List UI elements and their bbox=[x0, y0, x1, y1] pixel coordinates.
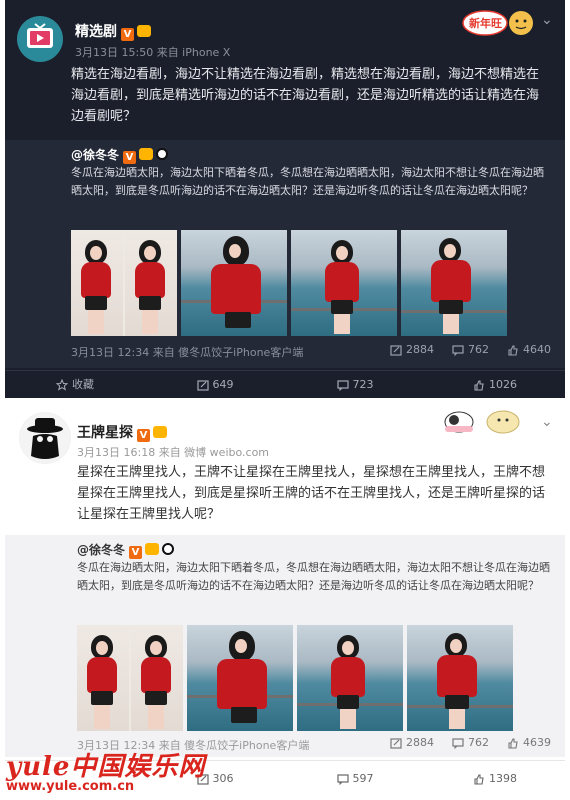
vip-icon bbox=[145, 543, 160, 555]
like-count: 1026 bbox=[489, 378, 517, 391]
author-name[interactable]: 精选剧 V bbox=[75, 21, 151, 41]
like-icon bbox=[474, 380, 484, 391]
repost-author-text[interactable]: @徐冬冬 bbox=[71, 148, 119, 162]
photo-2[interactable] bbox=[187, 625, 293, 731]
repost-author[interactable]: @徐冬冬 V bbox=[77, 541, 175, 559]
repost-text: 冬瓜在海边晒太阳，海边太阳下晒着冬瓜，冬瓜想在海边晒晒太阳，海边太阳不想让冬瓜在… bbox=[71, 166, 544, 197]
author-name-text[interactable]: 王牌星探 bbox=[77, 425, 133, 441]
forward-icon bbox=[390, 344, 402, 356]
repost-forward-count: 2884 bbox=[406, 343, 434, 356]
repost-author[interactable]: @徐冬冬 V bbox=[71, 146, 169, 164]
new-year-sticker: 新年旺 bbox=[461, 8, 537, 42]
forward-count: 306 bbox=[212, 772, 234, 785]
repost-like[interactable]: 4639 bbox=[507, 736, 551, 749]
action-bar: 收藏 649 723 1026 bbox=[5, 370, 565, 398]
photo-3[interactable] bbox=[297, 625, 403, 731]
sticker-text: 新年旺 bbox=[469, 17, 502, 30]
photo-4[interactable] bbox=[407, 625, 513, 731]
repost-stats: 2884 762 4640 bbox=[390, 343, 551, 356]
photo-1[interactable] bbox=[77, 625, 183, 731]
repost-comment-count: 762 bbox=[468, 343, 489, 356]
forward-count: 649 bbox=[212, 378, 234, 391]
repost-like-count: 4639 bbox=[523, 736, 551, 749]
comment-icon bbox=[336, 380, 349, 391]
post-text: 精选在海边看剧，海边不让精选在海边看剧，精选想在海边看剧，海边不想精选在海边看剧… bbox=[71, 67, 540, 124]
repost-comment[interactable]: 762 bbox=[452, 736, 489, 749]
repost-meta: 3月13日 12:34 来自 傻冬瓜饺子iPhone客户端 bbox=[71, 346, 304, 359]
photo-grid bbox=[77, 625, 513, 731]
avatar[interactable] bbox=[17, 16, 63, 62]
photo-1[interactable] bbox=[71, 230, 177, 336]
post-meta: 3月13日 16:18 来自 微博 weibo.com bbox=[77, 446, 270, 459]
like-icon bbox=[508, 737, 518, 749]
chevron-down-icon[interactable]: ⌄ bbox=[541, 414, 553, 430]
repost-like[interactable]: 4640 bbox=[507, 343, 551, 356]
favorite-button[interactable]: 收藏 bbox=[5, 371, 145, 398]
like-icon bbox=[508, 344, 518, 356]
repost-block[interactable]: @徐冬冬 V 冬瓜在海边晒太阳，海边太阳下晒着冬瓜，冬瓜想在海边晒晒太阳，海边太阳… bbox=[5, 535, 565, 757]
verified-icon: V bbox=[129, 546, 143, 559]
cartoon-sticker bbox=[441, 406, 537, 438]
watermark-logo-text: yule中国娱乐网 bbox=[6, 752, 206, 782]
vip-icon bbox=[139, 148, 154, 160]
photo-3[interactable] bbox=[291, 230, 397, 336]
like-button[interactable]: 1398 bbox=[425, 761, 565, 800]
repost-forward[interactable]: 2884 bbox=[390, 343, 434, 356]
comment-button[interactable]: 597 bbox=[285, 761, 425, 800]
forward-icon bbox=[196, 380, 209, 391]
photo-grid bbox=[71, 230, 507, 336]
repost-like-count: 4640 bbox=[523, 343, 551, 356]
author-name[interactable]: 王牌星探 V bbox=[77, 422, 167, 442]
like-icon bbox=[474, 774, 484, 785]
post-text: 星探在王牌里找人，王牌不让星探在王牌里找人，星探想在王牌里找人，王牌不想星探在王… bbox=[77, 465, 546, 522]
comment-count: 597 bbox=[352, 772, 374, 785]
photo-2[interactable] bbox=[181, 230, 287, 336]
comment-icon bbox=[452, 344, 464, 356]
vip-icon bbox=[137, 25, 151, 37]
chevron-down-icon[interactable]: ⌄ bbox=[541, 12, 553, 28]
photo-4[interactable] bbox=[401, 230, 507, 336]
detective-logo-icon bbox=[20, 413, 70, 463]
favorite-label: 收藏 bbox=[72, 378, 94, 391]
repost-text: 冬瓜在海边晒太阳，海边太阳下晒着冬瓜，冬瓜想在海边晒晒太阳，海边太阳不想让冬瓜在… bbox=[77, 561, 550, 592]
comment-icon bbox=[336, 774, 349, 785]
repost-author-text[interactable]: @徐冬冬 bbox=[77, 543, 125, 557]
repost-block[interactable]: @徐冬冬 V 冬瓜在海边晒太阳，海边太阳下晒着冬瓜，冬瓜想在海边晒晒太阳，海边太阳… bbox=[5, 140, 565, 368]
star-icon bbox=[56, 379, 68, 391]
repost-forward-count: 2884 bbox=[406, 736, 434, 749]
post-meta: 3月13日 15:50 来自 iPhone X bbox=[75, 46, 231, 59]
repost-stats: 2884 762 4639 bbox=[390, 736, 551, 749]
yule-watermark: yule中国娱乐网 www.yule.com.cn bbox=[6, 746, 206, 800]
like-count: 1398 bbox=[489, 772, 517, 785]
comment-icon bbox=[452, 737, 464, 749]
like-button[interactable]: 1026 bbox=[425, 371, 565, 398]
forward-button[interactable]: 649 bbox=[145, 371, 285, 398]
vip-icon bbox=[153, 426, 167, 438]
post-wangpaixingtan: 王牌星探 V 3月13日 16:18 来自 微博 weibo.com 星探在王牌里… bbox=[5, 400, 565, 800]
repost-comment-count: 762 bbox=[468, 736, 489, 749]
comment-button[interactable]: 723 bbox=[285, 371, 425, 398]
repost-comment[interactable]: 762 bbox=[452, 343, 489, 356]
panda-icon bbox=[156, 148, 169, 160]
verified-icon: V bbox=[137, 429, 150, 442]
panda-icon bbox=[162, 543, 175, 555]
tv-logo-icon bbox=[27, 23, 53, 48]
forward-icon bbox=[390, 737, 402, 749]
author-name-text[interactable]: 精选剧 bbox=[75, 24, 117, 40]
verified-icon: V bbox=[123, 151, 137, 164]
repost-forward[interactable]: 2884 bbox=[390, 736, 434, 749]
post-jingxuanju: 精选剧 V 3月13日 15:50 来自 iPhone X 精选在海边看剧，海边不… bbox=[5, 0, 565, 398]
comment-count: 723 bbox=[352, 378, 374, 391]
verified-icon: V bbox=[121, 28, 134, 41]
avatar[interactable] bbox=[19, 412, 71, 464]
